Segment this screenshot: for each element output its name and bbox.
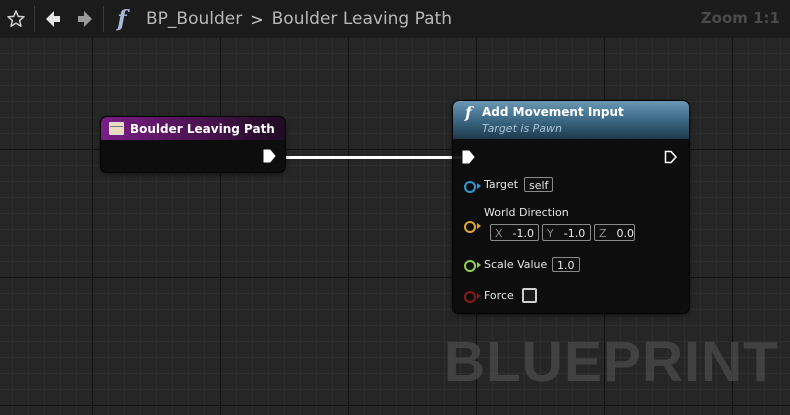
y-axis-label: Y <box>547 227 554 240</box>
function-node-title: Add Movement Input <box>482 105 624 119</box>
event-node-header: Boulder Leaving Path <box>101 117 285 140</box>
scale-value-field[interactable]: 1.0 <box>552 257 580 272</box>
x-value: -1.0 <box>512 227 535 240</box>
function-icon: f <box>117 6 127 32</box>
scale-value-label: Scale Value <box>484 258 548 271</box>
exec-wire <box>284 156 462 159</box>
force-pin-arrow-icon <box>477 293 481 299</box>
force-checkbox[interactable] <box>522 288 537 303</box>
world-direction-pin-icon[interactable] <box>464 221 476 233</box>
scale-value-pin-arrow-icon <box>477 262 481 268</box>
z-value: 0.0 <box>616 227 635 240</box>
x-axis-label: X <box>495 227 503 240</box>
zoom-level: Zoom 1:1 <box>700 9 780 27</box>
world-direction-z-field[interactable]: Z 0.0 <box>594 224 635 241</box>
forward-arrow-icon[interactable] <box>69 0 101 38</box>
event-node-title: Boulder Leaving Path <box>130 121 275 136</box>
event-node-boulder-leaving-path[interactable]: Boulder Leaving Path <box>101 117 285 172</box>
breadcrumb-graph: Boulder Leaving Path <box>271 9 452 29</box>
toolbar-separator <box>34 6 35 32</box>
y-value: -1.0 <box>563 227 586 240</box>
scale-value-pin-icon[interactable] <box>464 260 476 272</box>
world-direction-y-field[interactable]: Y -1.0 <box>542 224 591 241</box>
exec-output-pin-icon[interactable] <box>263 149 277 163</box>
exec-input-pin-icon[interactable] <box>462 150 476 164</box>
target-pin-arrow-icon <box>477 183 481 189</box>
exec-output-pin-icon[interactable] <box>664 150 678 164</box>
toolbar-separator <box>103 6 104 32</box>
target-value[interactable]: self <box>524 177 554 192</box>
world-direction-label: World Direction <box>484 206 569 219</box>
function-node-header: f Add Movement Input Target is Pawn <box>453 101 689 139</box>
breadcrumb-separator-icon: > <box>250 9 264 29</box>
world-direction-pin-arrow-icon <box>477 223 481 229</box>
back-arrow-icon[interactable] <box>37 0 69 38</box>
toolbar: f BP_Boulder > Boulder Leaving Path Zoom… <box>0 0 790 39</box>
star-icon[interactable] <box>0 0 32 38</box>
function-node-add-movement-input[interactable]: f Add Movement Input Target is Pawn Targ… <box>453 101 689 313</box>
breadcrumb-blueprint[interactable]: BP_Boulder <box>146 9 242 29</box>
force-pin-icon[interactable] <box>464 291 476 303</box>
target-label: Target <box>484 178 519 191</box>
event-icon <box>109 122 124 135</box>
function-node-subtitle: Target is Pawn <box>482 122 563 135</box>
function-icon: f <box>465 103 472 122</box>
world-direction-x-field[interactable]: X -1.0 <box>490 224 539 241</box>
z-axis-label: Z <box>599 227 607 240</box>
force-label: Force <box>484 289 514 302</box>
target-pin-icon[interactable] <box>464 181 476 193</box>
blueprint-watermark: BLUEPRINT <box>443 330 779 394</box>
